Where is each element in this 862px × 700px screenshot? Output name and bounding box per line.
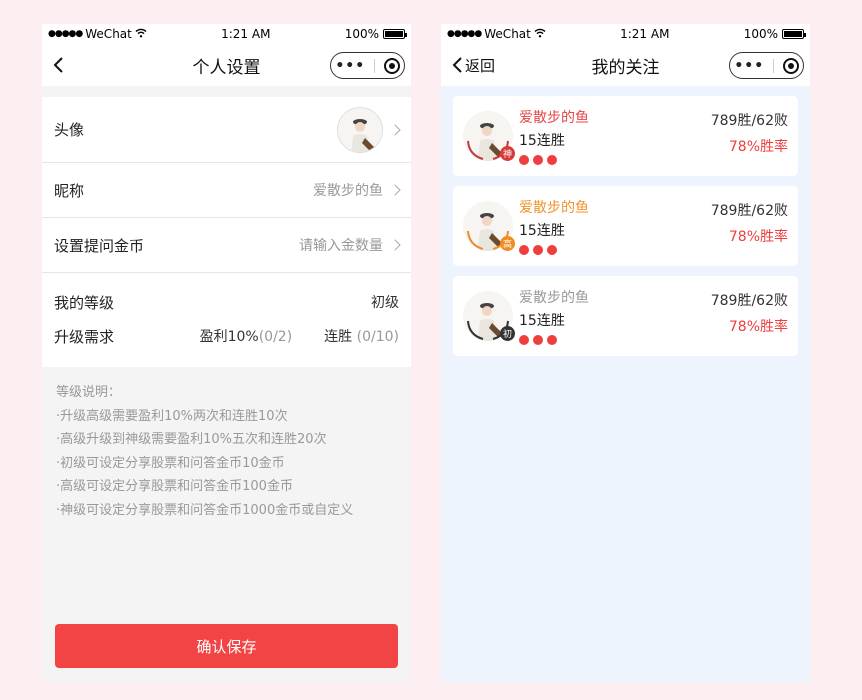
level-value: 初级 — [371, 295, 399, 311]
notes-item: ·初级可设定分享股票和问答金币10金币 — [56, 455, 285, 471]
battery-percent: 100% — [344, 27, 379, 41]
wifi-icon — [534, 27, 546, 41]
level-notes: 等级说明： ·升级高级需要盈利10%两次和连胜10次 ·高级升级到神级需要盈利1… — [42, 367, 411, 536]
wifi-icon — [135, 27, 147, 41]
win-loss-record: 789胜/62败 — [710, 293, 788, 309]
avatar-label: 头像 — [54, 121, 85, 139]
avatar[interactable] — [337, 106, 383, 153]
page-title: 我的关注 — [591, 57, 660, 78]
clock: 1:21 AM — [620, 27, 670, 41]
more-icon[interactable]: ••• — [335, 59, 365, 73]
requirement-label: 升级需求 — [54, 327, 115, 346]
save-button[interactable]: 确认保存 — [55, 624, 398, 668]
follow-card[interactable]: 高 爱散步的鱼 15连胜 789胜/62败 78%胜率 — [453, 186, 798, 266]
result-dot — [519, 155, 529, 165]
more-icon[interactable]: ••• — [734, 59, 764, 73]
status-bar: ●●●●● WeChat 1:21 AM 100% — [441, 24, 810, 44]
nickname-label: 昵称 — [54, 181, 85, 200]
back-button[interactable]: 返回 — [451, 44, 495, 86]
avatar[interactable]: 高 — [463, 201, 515, 251]
chevron-right-icon — [389, 123, 401, 136]
streak-requirement: 连胜 (0/10) — [324, 326, 399, 346]
chevron-left-icon — [53, 57, 63, 73]
win-rate: 78%胜率 — [728, 319, 788, 335]
close-target-icon[interactable] — [383, 57, 400, 74]
avatar[interactable]: 初 — [463, 291, 515, 341]
page-title: 个人设置 — [192, 57, 261, 78]
result-dots — [519, 245, 788, 255]
result-dot — [547, 335, 557, 345]
win-rate: 78%胜率 — [728, 229, 788, 245]
gold-input[interactable]: 请输入金数量 — [299, 235, 383, 255]
result-dot — [533, 335, 543, 345]
nickname-row[interactable]: 昵称 爱散步的鱼 — [42, 163, 411, 218]
level-label: 我的等级 — [54, 293, 115, 312]
nickname-value: 爱散步的鱼 — [313, 183, 383, 199]
back-button[interactable] — [52, 44, 64, 86]
chevron-right-icon — [389, 184, 401, 196]
profit-requirement-label: 盈利10% — [199, 329, 259, 345]
streak-progress: (0/10) — [356, 329, 399, 345]
battery-percent: 100% — [743, 27, 778, 41]
follow-card[interactable]: 神 爱散步的鱼 15连胜 789胜/62败 78%胜率 — [453, 96, 798, 176]
capsule-divider — [373, 58, 375, 73]
battery-icon — [383, 29, 407, 39]
settings-list: 头像 昵称 爱散步的鱼 设置提问金币 请输入金数量 — [42, 97, 411, 273]
mini-program-capsule: ••• — [330, 52, 405, 79]
battery-icon — [782, 29, 806, 39]
notes-item: ·升级高级需要盈利10%两次和连胜10次 — [56, 408, 288, 424]
signal-icon: ●●●●● — [447, 29, 482, 39]
close-target-icon[interactable] — [782, 57, 799, 74]
profit-progress: (0/2) — [258, 329, 293, 345]
chevron-right-icon — [389, 239, 401, 251]
avatar[interactable]: 神 — [463, 111, 515, 161]
clock: 1:21 AM — [221, 27, 271, 41]
notes-item: ·高级升级到神级需要盈利10%五次和连胜20次 — [56, 432, 327, 447]
signal-icon: ●●●●● — [48, 29, 83, 39]
result-dots — [519, 155, 788, 165]
chevron-left-icon — [452, 57, 462, 73]
level-badge: 神 — [500, 146, 515, 161]
result-dot — [547, 245, 557, 255]
level-block: 我的等级 初级 升级需求 盈利10%(0/2) 连胜 (0/10) — [42, 273, 411, 367]
nav-bar: 个人设置 ••• — [42, 44, 411, 86]
result-dot — [519, 245, 529, 255]
result-dot — [533, 155, 543, 165]
gold-label: 设置提问金币 — [54, 236, 145, 255]
win-loss-record: 789胜/62败 — [710, 203, 788, 219]
carrier-label: WeChat — [484, 27, 531, 41]
back-label: 返回 — [465, 56, 496, 75]
mini-program-capsule: ••• — [729, 52, 804, 79]
follow-list: 神 爱散步的鱼 15连胜 789胜/62败 78%胜率 高 爱散步的鱼 15连胜… — [441, 86, 810, 356]
profit-requirement: 盈利10%(0/2) — [200, 326, 293, 346]
notes-title: 等级说明： — [56, 385, 122, 400]
result-dot — [533, 245, 543, 255]
win-loss-record: 789胜/62败 — [710, 113, 788, 129]
nav-bar: 返回 我的关注 ••• — [441, 44, 810, 86]
avatar-row[interactable]: 头像 — [42, 97, 411, 163]
notes-item: ·高级可设定分享股票和问答金币100金币 — [56, 479, 293, 494]
settings-screen: ●●●●● WeChat 1:21 AM 100% 个人设置 ••• 头像 昵称… — [42, 24, 411, 682]
status-bar: ●●●●● WeChat 1:21 AM 100% — [42, 24, 411, 44]
gold-row[interactable]: 设置提问金币 请输入金数量 — [42, 218, 411, 273]
carrier-label: WeChat — [85, 27, 132, 41]
result-dot — [519, 335, 529, 345]
win-rate: 78%胜率 — [728, 139, 788, 155]
level-badge: 初 — [500, 326, 515, 341]
level-badge: 高 — [500, 236, 515, 251]
follow-screen: ●●●●● WeChat 1:21 AM 100% 返回 我的关注 ••• 神 … — [441, 24, 810, 682]
follow-card[interactable]: 初 爱散步的鱼 15连胜 789胜/62败 78%胜率 — [453, 276, 798, 356]
streak-requirement-label: 连胜 — [324, 329, 353, 345]
notes-item: ·神级可设定分享股票和问答金币1000金币或自定义 — [56, 502, 354, 518]
capsule-divider — [772, 58, 774, 73]
result-dots — [519, 335, 788, 345]
result-dot — [547, 155, 557, 165]
